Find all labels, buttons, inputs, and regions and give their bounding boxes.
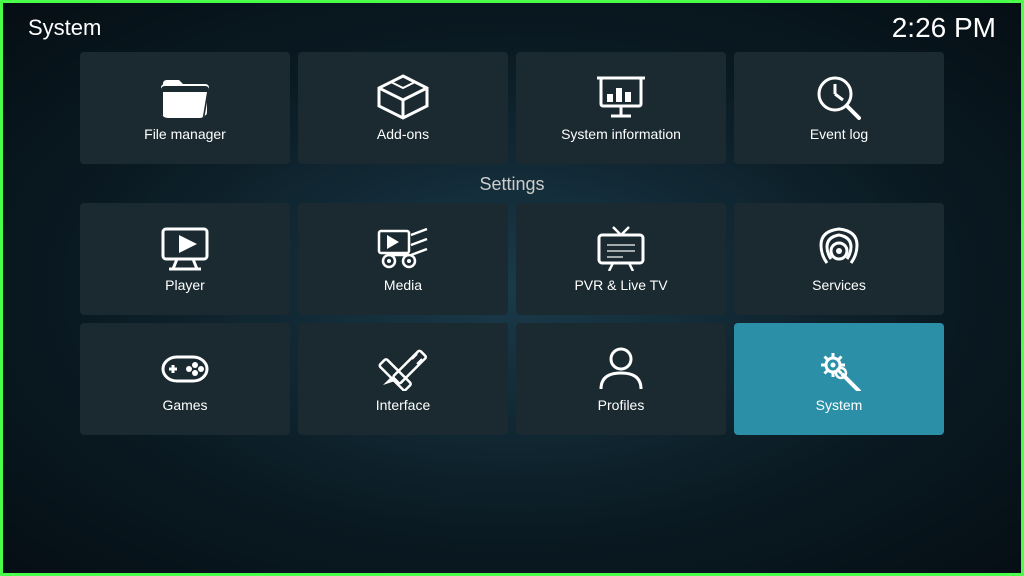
tile-pvr-live-tv-label: PVR & Live TV [574,277,667,293]
tile-pvr-live-tv[interactable]: PVR & Live TV [516,203,726,315]
tile-system-information-label: System information [561,126,681,142]
tile-file-manager[interactable]: File manager [80,52,290,164]
tile-profiles-label: Profiles [598,397,645,413]
tile-add-ons[interactable]: Add-ons [298,52,508,164]
clock: 2:26 PM [892,12,996,44]
tile-file-manager-label: File manager [144,126,226,142]
pencil-ruler-icon [377,345,429,391]
tile-interface-label: Interface [376,397,430,413]
presentation-icon [595,74,647,120]
podcast-icon [813,225,865,271]
tile-media-label: Media [384,277,422,293]
gear-wrench-icon [813,345,865,391]
tile-media[interactable]: Media [298,203,508,315]
page-title: System [28,15,101,41]
tile-system[interactable]: System [734,323,944,435]
settings-section-label: Settings [0,164,1024,203]
top-row: File manager Add-ons System information [0,52,1024,164]
tile-interface[interactable]: Interface [298,323,508,435]
folder-icon [159,74,211,120]
tile-event-log[interactable]: Event log [734,52,944,164]
tile-event-log-label: Event log [810,126,868,142]
tv-icon [595,225,647,271]
box-icon [377,74,429,120]
tile-services-label: Services [812,277,866,293]
clock-search-icon [813,74,865,120]
tile-player-label: Player [165,277,205,293]
tile-player[interactable]: Player [80,203,290,315]
monitor-play-icon [159,225,211,271]
person-icon [595,345,647,391]
settings-row-2: Games Interface Profiles [0,323,1024,435]
media-icon [377,225,429,271]
settings-row-1: Player Media P [0,203,1024,315]
gamepad-icon [159,345,211,391]
tile-profiles[interactable]: Profiles [516,323,726,435]
tile-add-ons-label: Add-ons [377,126,429,142]
tile-games-label: Games [162,397,207,413]
tile-games[interactable]: Games [80,323,290,435]
tile-system-information[interactable]: System information [516,52,726,164]
tile-services[interactable]: Services [734,203,944,315]
tile-system-label: System [816,397,863,413]
